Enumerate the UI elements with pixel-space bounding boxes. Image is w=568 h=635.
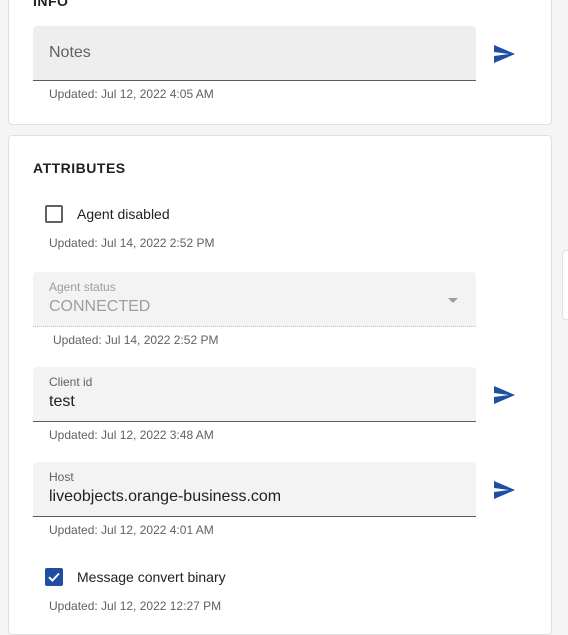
agent-status-label: Agent status: [49, 280, 116, 294]
info-section-title: INFO: [33, 0, 69, 9]
client-id-updated: Updated: Jul 12, 2022 3:48 AM: [49, 428, 214, 442]
notes-placeholder: Notes: [49, 44, 91, 61]
message-convert-binary-label: Message convert binary: [77, 569, 226, 585]
send-icon[interactable]: [492, 383, 516, 407]
check-icon: [48, 572, 60, 582]
message-convert-binary-updated: Updated: Jul 12, 2022 12:27 PM: [49, 599, 222, 613]
agent-disabled-label: Agent disabled: [77, 206, 170, 222]
client-id-value: test: [49, 393, 75, 410]
client-id-label: Client id: [49, 375, 93, 389]
notes-field[interactable]: Notes: [33, 26, 476, 81]
chevron-down-icon: [448, 298, 458, 303]
agent-status-select[interactable]: Agent status CONNECTED: [33, 272, 476, 327]
agent-status-value: CONNECTED: [49, 298, 151, 315]
attributes-card: ATTRIBUTES Agent disabled Updated: Jul 1…: [8, 135, 552, 635]
send-icon[interactable]: [492, 42, 516, 66]
info-card: INFO Notes Updated: Jul 12, 2022 4:05 AM: [8, 0, 552, 125]
host-updated: Updated: Jul 12, 2022 4:01 AM: [49, 523, 214, 537]
adjacent-card-edge: [562, 250, 568, 320]
host-field[interactable]: Host liveobjects.orange-business.com: [33, 462, 476, 517]
host-value: liveobjects.orange-business.com: [49, 488, 282, 505]
agent-status-updated: Updated: Jul 14, 2022 2:52 PM: [53, 333, 219, 347]
send-icon[interactable]: [492, 478, 516, 502]
message-convert-binary-checkbox[interactable]: [45, 568, 63, 586]
host-label: Host: [49, 470, 74, 484]
agent-disabled-checkbox[interactable]: [45, 205, 63, 223]
attributes-section-title: ATTRIBUTES: [33, 160, 126, 176]
agent-disabled-updated: Updated: Jul 14, 2022 2:52 PM: [49, 236, 215, 250]
client-id-field[interactable]: Client id test: [33, 367, 476, 422]
notes-updated: Updated: Jul 12, 2022 4:05 AM: [49, 87, 214, 101]
